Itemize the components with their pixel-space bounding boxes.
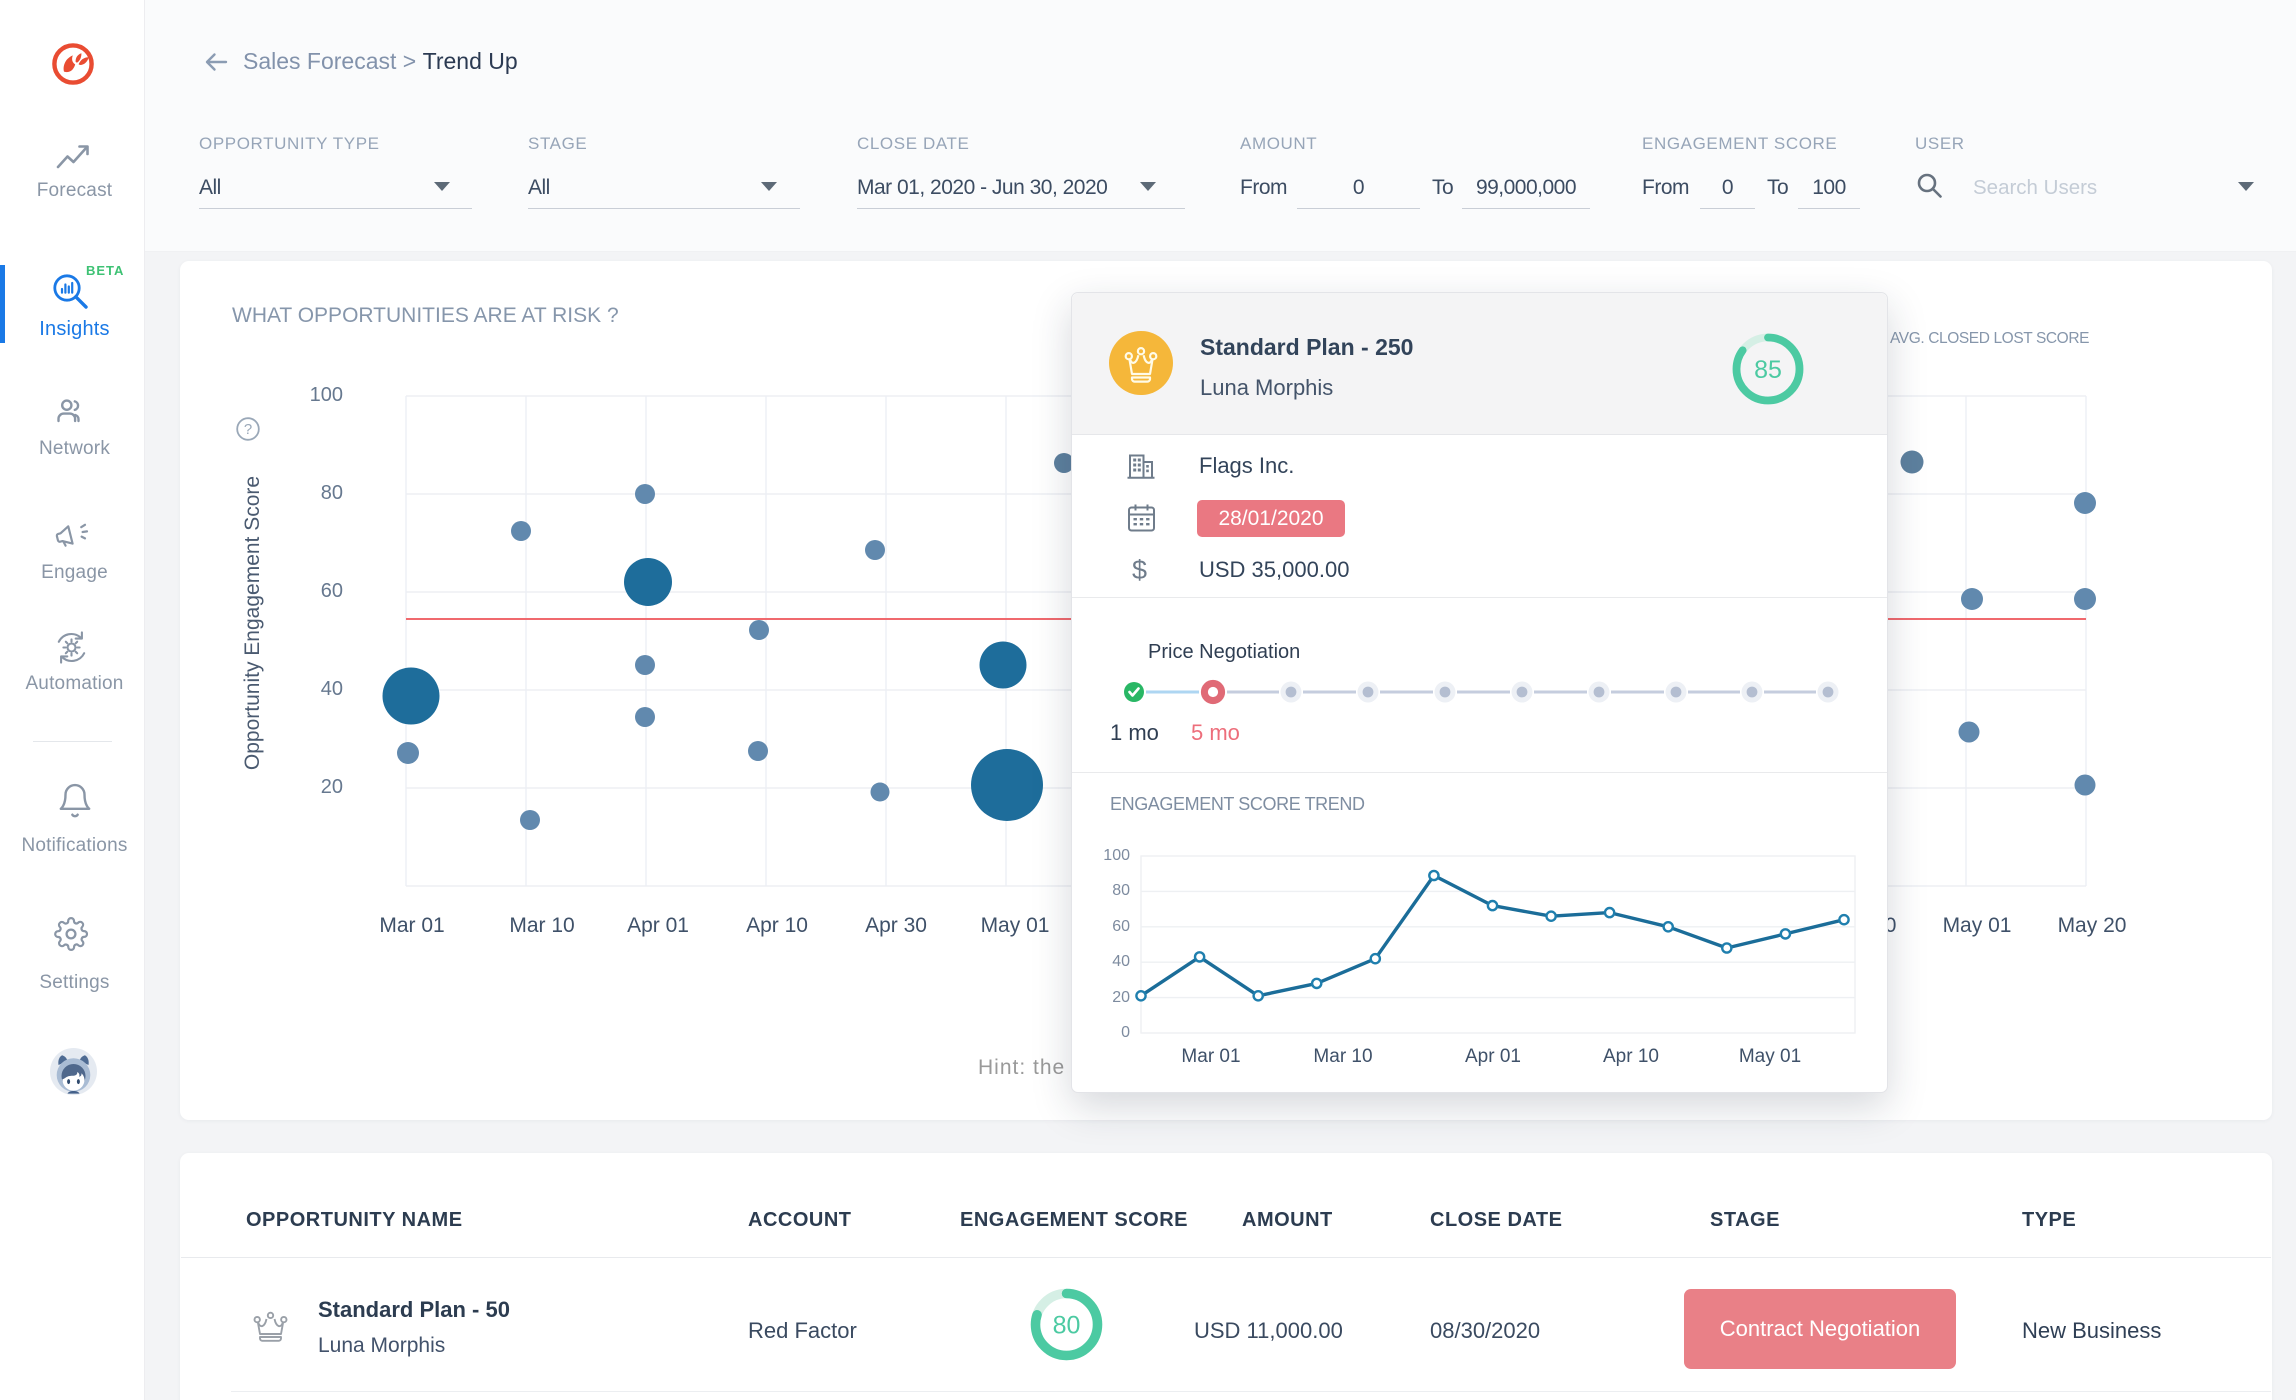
svg-text:80: 80 — [1053, 1311, 1081, 1339]
svg-text:85: 85 — [1754, 356, 1782, 384]
